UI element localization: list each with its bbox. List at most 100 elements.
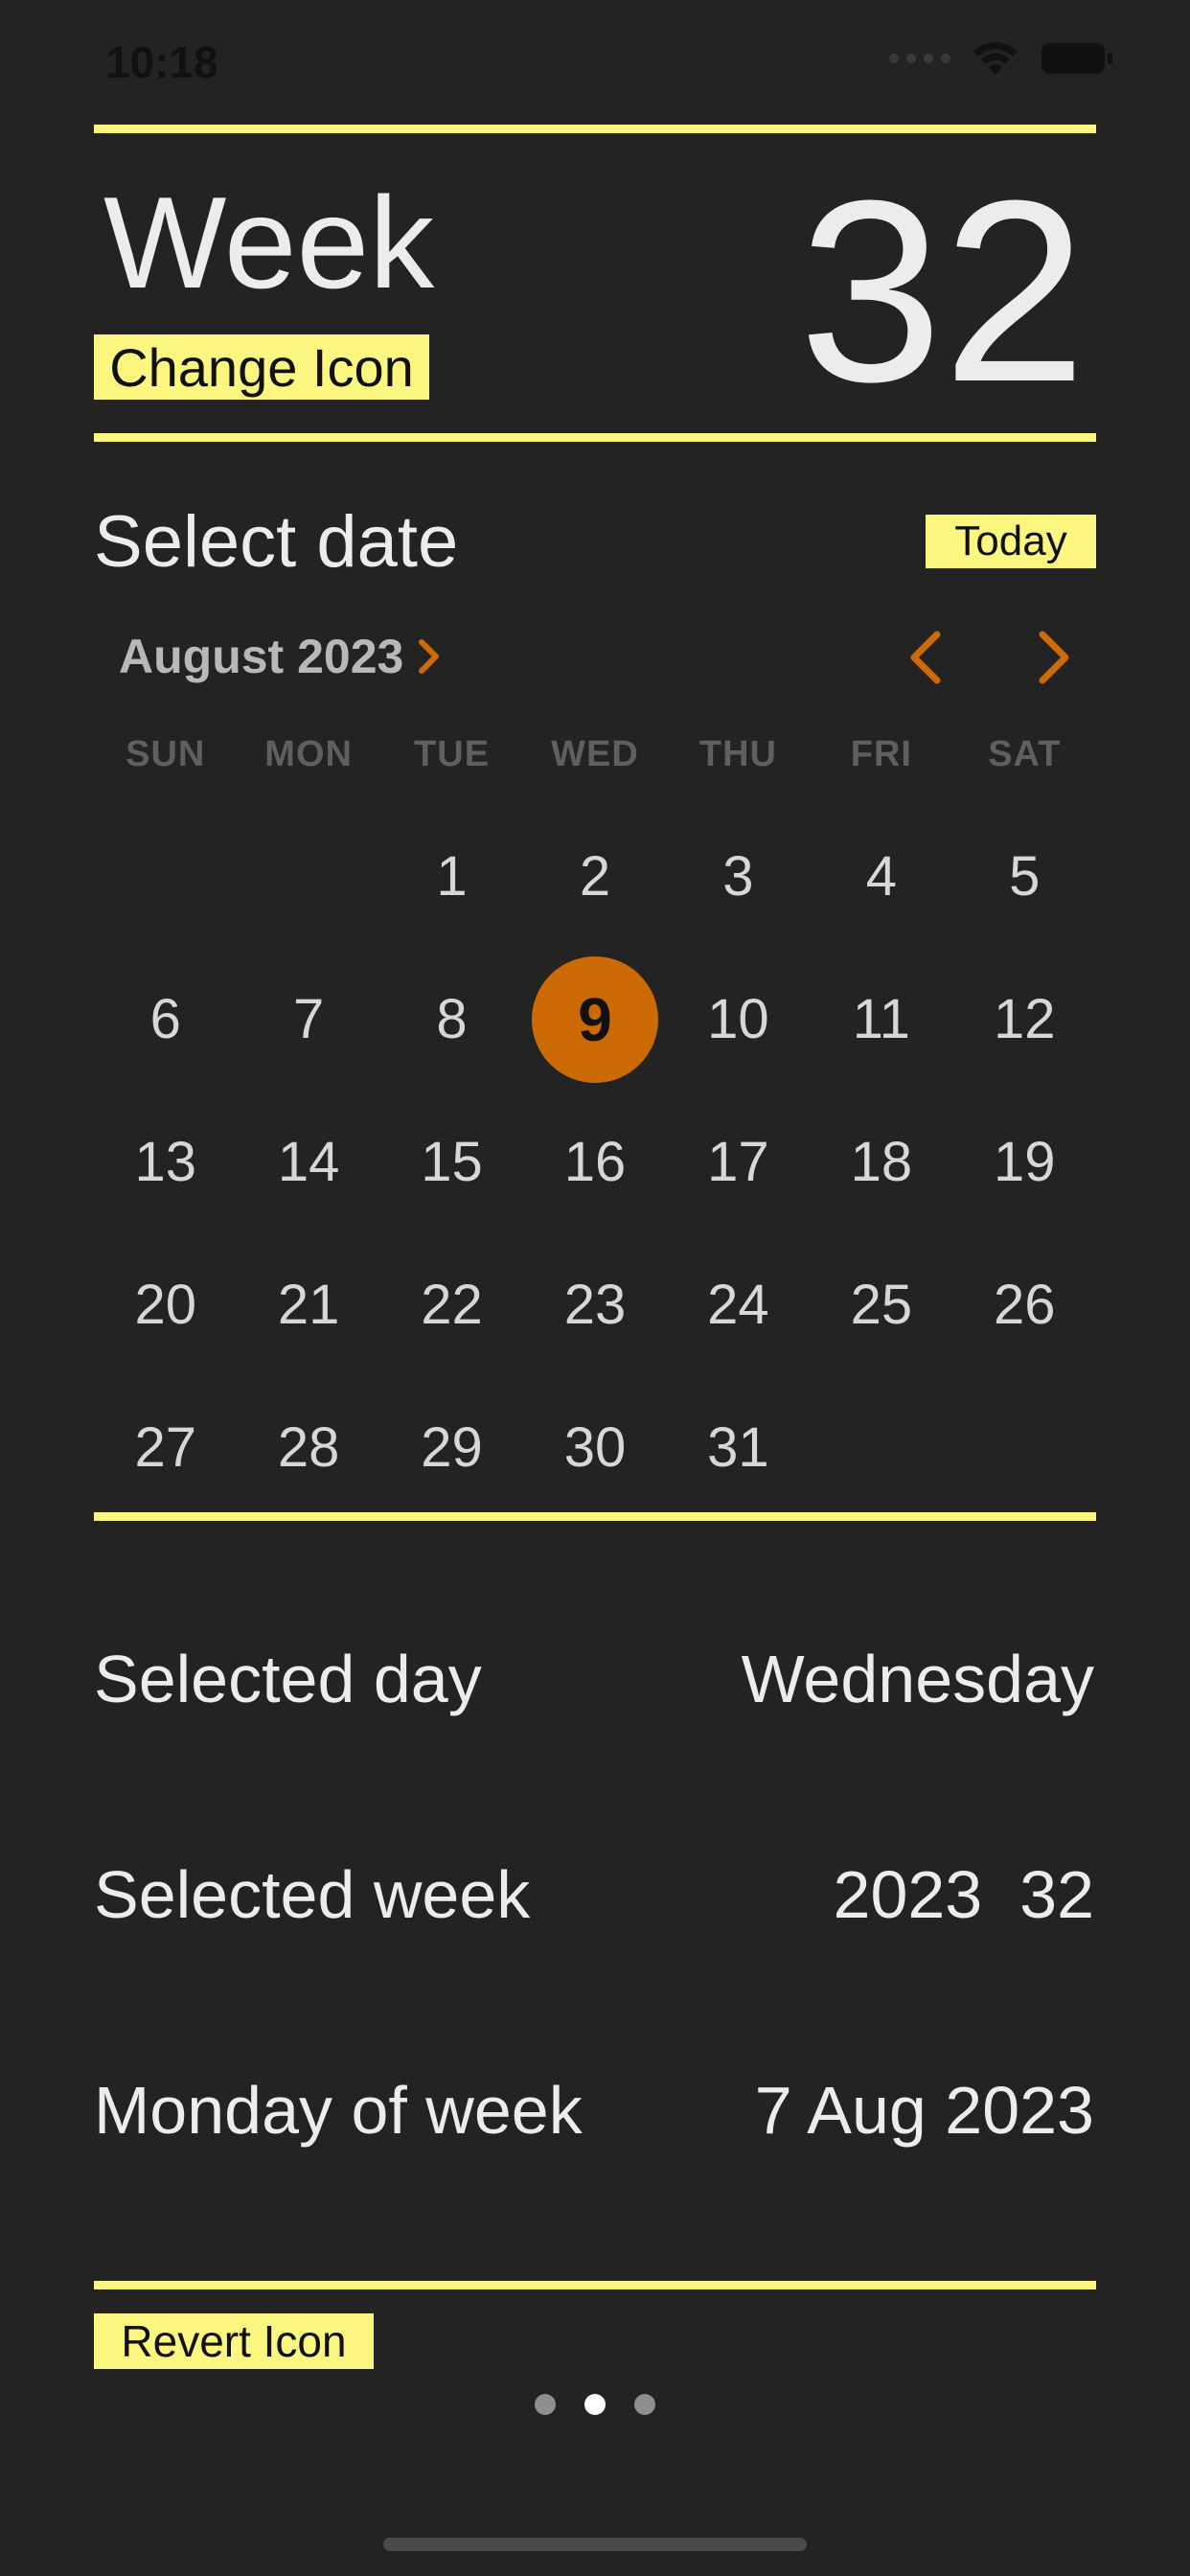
today-button[interactable]: Today — [926, 515, 1096, 568]
chevron-right-icon — [419, 639, 440, 674]
calendar-day[interactable]: 28 — [237, 1376, 379, 1519]
calendar-day[interactable]: 23 — [523, 1233, 666, 1376]
calendar-day-number: 4 — [865, 845, 897, 908]
calendar-day[interactable]: 17 — [667, 1091, 810, 1233]
divider-bottom — [94, 2281, 1096, 2289]
calendar-day[interactable]: 7 — [237, 948, 379, 1091]
calendar-day-number: 31 — [707, 1416, 769, 1479]
weekday-label: WED — [551, 734, 639, 774]
calendar-day-number: 22 — [421, 1274, 483, 1336]
calendar-grid: 1 2 3 4 5 6 7 8 9 10 11 12 13 14 15 16 17 18 19 20 21 22 23 24 2… — [94, 805, 1096, 1519]
next-month-button[interactable] — [1035, 629, 1073, 686]
battery-icon — [1041, 43, 1112, 74]
change-icon-button[interactable]: Change Icon — [94, 334, 429, 400]
weekday-label: TUE — [414, 734, 491, 774]
calendar-day-number: 1 — [436, 845, 468, 908]
weekday-header: SUN MON TUE WED THU FRI SAT — [94, 734, 1096, 775]
calendar-day[interactable]: 13 — [94, 1091, 237, 1233]
calendar-day[interactable]: 1 — [380, 805, 523, 948]
calendar-day-number: 2 — [579, 845, 611, 908]
cellular-signal-icon — [889, 54, 950, 63]
calendar-empty-cell — [237, 805, 379, 948]
calendar-day[interactable]: 4 — [810, 805, 952, 948]
divider-calendar — [94, 1512, 1096, 1521]
weekday-label: THU — [698, 734, 777, 774]
calendar-day-number: 19 — [994, 1131, 1056, 1193]
calendar-day-number: 24 — [707, 1274, 769, 1336]
calendar-day-number: 16 — [563, 1131, 627, 1193]
weekday-label: SAT — [988, 734, 1062, 774]
calendar-day-number: 27 — [134, 1416, 196, 1479]
calendar-day[interactable]: 27 — [94, 1376, 237, 1519]
calendar-day[interactable]: 11 — [810, 948, 952, 1091]
calendar-day[interactable]: 18 — [810, 1091, 952, 1233]
calendar-day[interactable]: 26 — [953, 1233, 1096, 1376]
page-indicator[interactable] — [0, 2394, 1190, 2415]
page-dot[interactable] — [634, 2394, 655, 2415]
calendar-day-number: 5 — [1009, 845, 1041, 908]
page-dot[interactable] — [584, 2394, 606, 2415]
calendar-day-number: 18 — [850, 1131, 913, 1193]
calendar-day-number: 10 — [707, 988, 769, 1050]
calendar-empty-cell — [94, 805, 237, 948]
calendar-day[interactable]: 19 — [953, 1091, 1096, 1233]
calendar-day[interactable]: 6 — [94, 948, 237, 1091]
status-icons — [889, 40, 1113, 77]
calendar-day-number: 23 — [563, 1274, 627, 1336]
weekday-label: MON — [264, 734, 353, 774]
calendar-day[interactable]: 14 — [237, 1091, 379, 1233]
calendar-day[interactable]: 15 — [380, 1091, 523, 1233]
calendar-day[interactable]: 25 — [810, 1233, 952, 1376]
calendar-empty-cell — [953, 1376, 1096, 1519]
calendar-day[interactable]: 8 — [380, 948, 523, 1091]
page-dot[interactable] — [535, 2394, 556, 2415]
month-label: August 2023 — [119, 630, 404, 683]
weekday-label: SUN — [126, 734, 206, 774]
status-time: 10:18 — [105, 37, 218, 87]
calendar-day[interactable]: 20 — [94, 1233, 237, 1376]
calendar-day[interactable]: 31 — [667, 1376, 810, 1519]
month-picker-button[interactable]: August 2023 — [119, 629, 442, 684]
calendar-day-number: 11 — [852, 988, 910, 1050]
calendar-day[interactable]: 29 — [380, 1376, 523, 1519]
calendar-day[interactable]: 5 — [953, 805, 1096, 948]
revert-icon-button[interactable]: Revert Icon — [94, 2313, 374, 2369]
selected-day-label: Selected day — [94, 1642, 482, 1716]
calendar-day-number: 28 — [277, 1416, 340, 1479]
calendar-day-number: 6 — [149, 988, 181, 1050]
calendar-day-number: 26 — [994, 1274, 1056, 1336]
calendar-day-number: 20 — [134, 1274, 196, 1336]
calendar-day[interactable]: 12 — [953, 948, 1096, 1091]
calendar-day-number: 8 — [436, 988, 468, 1050]
calendar-day-number: 15 — [421, 1131, 483, 1193]
calendar-day[interactable]: 22 — [380, 1233, 523, 1376]
calendar-day-number: 7 — [293, 988, 325, 1050]
calendar-day-number: 30 — [563, 1416, 627, 1479]
calendar-day-number: 14 — [277, 1131, 340, 1193]
calendar-day[interactable]: 2 — [523, 805, 666, 948]
calendar-day[interactable]: 3 — [667, 805, 810, 948]
weekday-label: FRI — [850, 734, 912, 774]
calendar-day[interactable]: 24 — [667, 1233, 810, 1376]
calendar-empty-cell — [810, 1376, 952, 1519]
calendar-day[interactable]: 9 — [523, 948, 666, 1091]
calendar-day[interactable]: 30 — [523, 1376, 666, 1519]
selected-day-value: Wednesday — [741, 1642, 1094, 1716]
home-indicator[interactable] — [383, 2538, 807, 2551]
monday-of-week-value: 7 Aug 2023 — [754, 2073, 1094, 2148]
monday-of-week-label: Monday of week — [94, 2073, 583, 2148]
calendar-day[interactable]: 21 — [237, 1233, 379, 1376]
calendar-day[interactable]: 10 — [667, 948, 810, 1091]
section-title: Select date — [94, 501, 459, 583]
previous-month-button[interactable] — [906, 629, 945, 686]
selected-week-value: 2023 32 — [833, 1857, 1094, 1932]
calendar-day-number: 12 — [994, 988, 1056, 1050]
calendar-day-number: 9 — [531, 955, 658, 1083]
calendar-day-number: 25 — [850, 1274, 913, 1336]
selected-week-label: Selected week — [94, 1857, 531, 1932]
calendar-day-number: 29 — [421, 1416, 483, 1479]
calendar-day-number: 13 — [134, 1131, 196, 1193]
calendar-day[interactable]: 16 — [523, 1091, 666, 1233]
wifi-icon — [973, 42, 1018, 75]
divider-top — [94, 125, 1096, 133]
